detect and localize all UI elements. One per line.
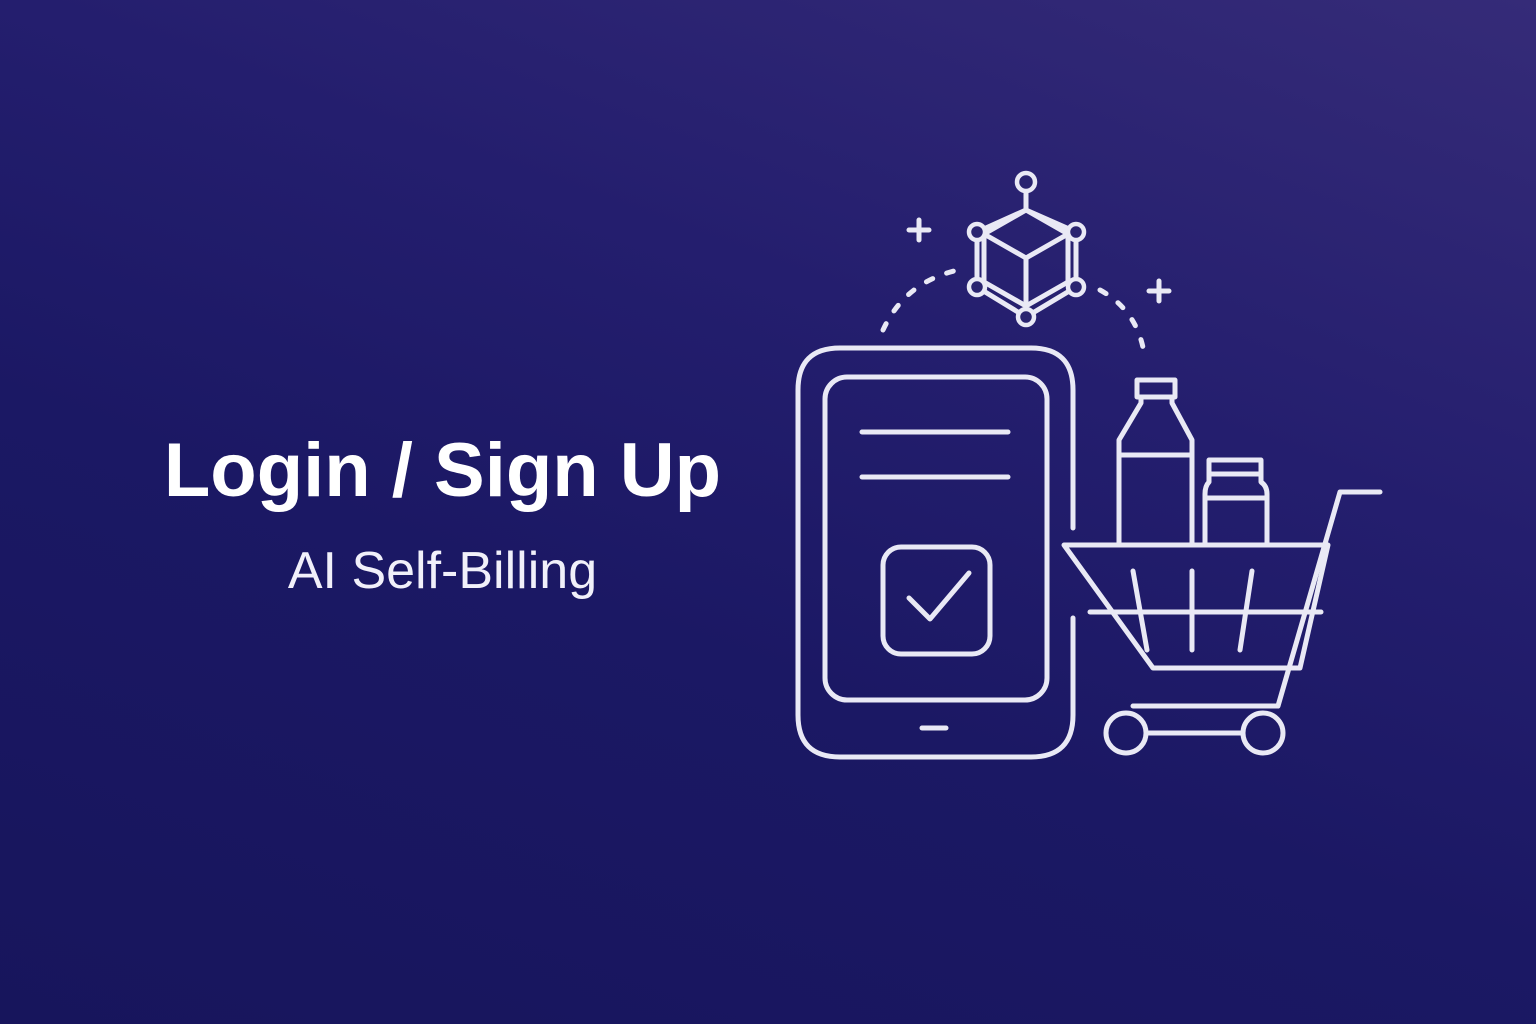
billing-illustration-svg: [795, 170, 1383, 760]
jar-icon: [1202, 457, 1270, 548]
dashed-arc-right: [1097, 287, 1148, 363]
shopping-cart-icon: [1061, 489, 1383, 756]
tablet-icon: [795, 345, 1076, 760]
page-title: Login / Sign Up: [163, 428, 722, 513]
sparkle-plus-icon: [1146, 278, 1172, 304]
checkbox-check-icon: [880, 544, 993, 657]
ai-cube-icon: [966, 170, 1087, 328]
sparkle-plus-icon: [906, 217, 932, 243]
login-signup-splash: { "hero": { "title": "Login / Sign Up", …: [0, 0, 1536, 1024]
billing-illustration: [760, 150, 1420, 790]
page-subtitle: AI Self-Billing: [287, 542, 598, 600]
hero-text-block: Login / Sign Up AI Self-Billing: [150, 425, 735, 603]
bottle-icon: [1116, 377, 1195, 548]
dashed-arc-left: [880, 267, 961, 333]
